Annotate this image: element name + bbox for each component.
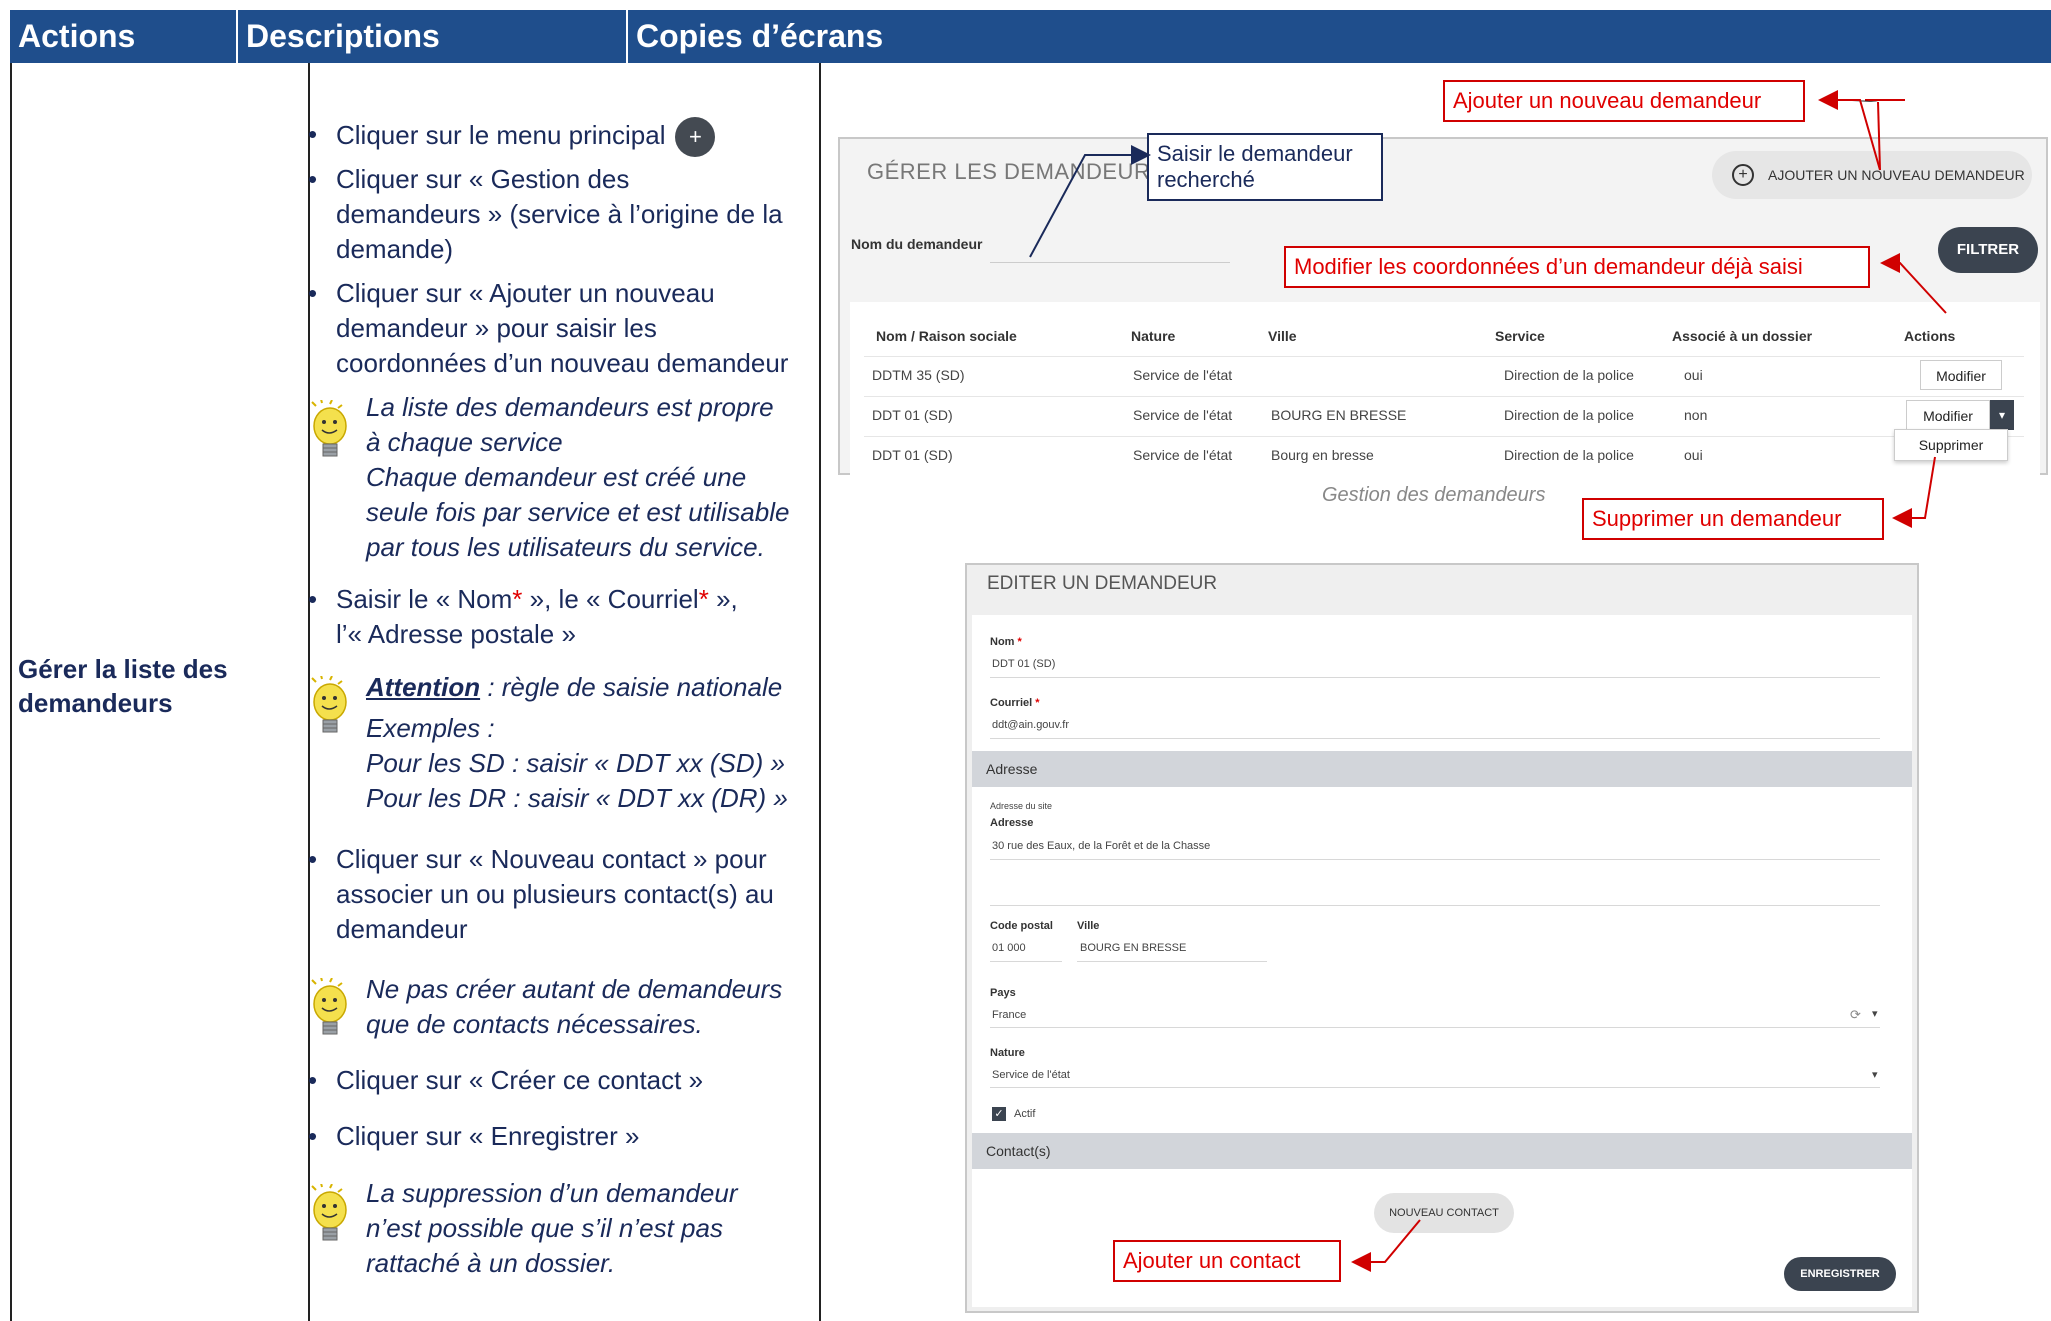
arrow	[1880, 253, 1947, 314]
arrow	[1351, 1219, 1421, 1272]
arrow	[1877, 101, 1881, 171]
arrow	[1029, 145, 1151, 258]
arrow	[1892, 456, 1936, 528]
arrow	[1818, 90, 1881, 171]
callout-arrows	[1029, 90, 1947, 1272]
